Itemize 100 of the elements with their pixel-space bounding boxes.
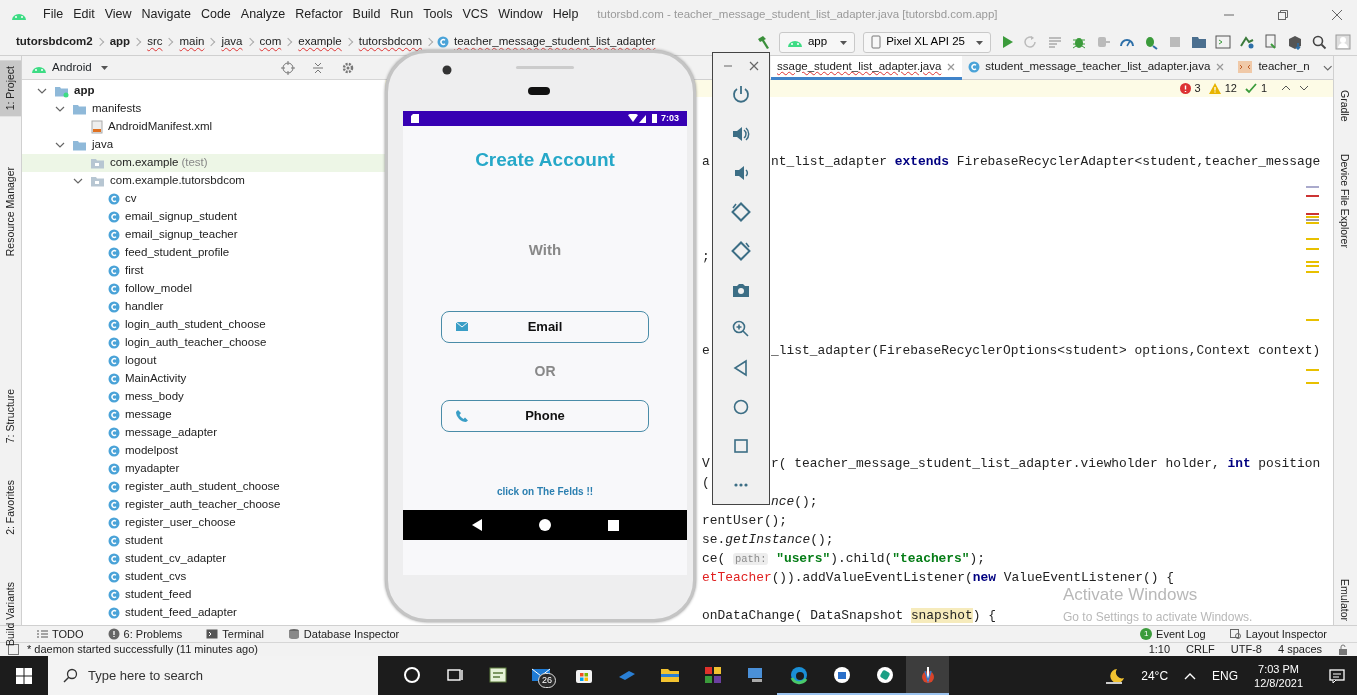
tree-item[interactable]: cv (22, 190, 385, 208)
rotate-right-icon[interactable] (731, 241, 751, 261)
tree-item[interactable]: mess_body (22, 388, 385, 406)
breadcrumb-link[interactable]: com (257, 33, 284, 51)
status-item[interactable]: 4 spaces (1277, 641, 1322, 658)
home-icon[interactable] (538, 519, 551, 531)
weak-warning-count[interactable]: 1 (1244, 80, 1267, 97)
warning-count[interactable]: 12 (1208, 80, 1237, 97)
tool-window-tab[interactable]: 2: Favorites (0, 473, 21, 541)
tool-window-tab[interactable]: 1: Project (0, 60, 21, 117)
sync-icon[interactable] (1239, 34, 1255, 50)
close-icon[interactable] (749, 61, 759, 71)
close-icon[interactable] (1331, 8, 1343, 21)
close-icon[interactable] (946, 61, 957, 72)
device-icon[interactable] (1263, 34, 1279, 50)
tool-window-tab[interactable]: Gradle (1334, 84, 1355, 128)
status-item[interactable]: UTF-8 (1230, 641, 1262, 658)
status-item[interactable]: CRLF (1186, 641, 1215, 658)
menu-item[interactable]: VCS (457, 5, 494, 24)
tree-item[interactable]: register_auth_teacher_choose (22, 496, 385, 514)
breadcrumb-link[interactable]: src (145, 33, 165, 51)
menu-item[interactable]: File (38, 5, 69, 24)
package-icon[interactable] (1287, 34, 1303, 50)
tree-item[interactable]: modelpost (22, 442, 385, 460)
tree-item[interactable]: java (22, 136, 385, 154)
search-field[interactable]: Type here to search (48, 656, 378, 695)
tool-window-tab[interactable]: TODO (36, 625, 84, 643)
run-config-dropdown[interactable]: app (778, 31, 856, 53)
tool-window-tab[interactable]: Build Variants (0, 575, 21, 652)
clock-text[interactable]: 7:03 PM 12/8/2021 (1254, 661, 1303, 690)
breadcrumb-link[interactable]: java (219, 33, 245, 51)
editor-tab[interactable]: ssage_student_list_adapter.java (771, 56, 963, 80)
menu-item[interactable]: Window (493, 5, 548, 24)
tree-item[interactable]: login_auth_teacher_choose (22, 334, 385, 352)
hint-link[interactable]: click on The Felds !! (496, 484, 594, 499)
tool-window-tab[interactable]: Layout Inspector (1229, 625, 1327, 643)
volume-up-icon[interactable] (731, 124, 751, 144)
tree-item[interactable]: login_auth_student_choose (22, 316, 385, 334)
taskbar-app[interactable] (906, 656, 949, 695)
tree-item[interactable]: myadapter (22, 460, 385, 478)
breadcrumb-link[interactable]: example (296, 33, 344, 51)
tree-item[interactable]: MainActivity (22, 370, 385, 388)
tree-item[interactable]: AndroidManifest.xml (22, 118, 385, 136)
tree-item[interactable]: message_adapter (22, 424, 385, 442)
tree-item[interactable]: student (22, 532, 385, 550)
tool-window-tab[interactable]: Emulator (1334, 573, 1355, 628)
editor-tab[interactable]: student_message_teacher_list_adapter.java (962, 56, 1232, 80)
editor-tab[interactable]: teacher_n (1231, 56, 1316, 80)
crosshair-icon[interactable] (281, 60, 295, 75)
tree-item[interactable]: message (22, 406, 385, 424)
tree-item[interactable]: app (22, 82, 385, 100)
tree-item[interactable]: student_cvs (22, 568, 385, 586)
tree-item[interactable]: com.example.tutorsbdcom (22, 172, 385, 190)
settings-icon[interactable] (341, 60, 355, 75)
view-dropdown[interactable]: Android (30, 58, 109, 77)
tree-item[interactable]: handler (22, 298, 385, 316)
zoom-icon[interactable] (731, 319, 751, 339)
close-icon[interactable] (1215, 61, 1226, 72)
menu-item[interactable]: Build (347, 5, 386, 24)
tree-item[interactable]: student_feed_adapter (22, 604, 385, 622)
menu-item[interactable]: Run (385, 5, 419, 24)
tree-item[interactable]: first (22, 262, 385, 280)
maximize-icon[interactable] (1277, 8, 1289, 21)
taskbar-app[interactable]: 26 (519, 656, 562, 695)
power-icon[interactable] (731, 85, 751, 105)
error-count[interactable]: 3 (1179, 80, 1201, 97)
device-dropdown[interactable]: Pixel XL API 25 (863, 31, 991, 53)
language-indicator[interactable]: ENG (1212, 666, 1239, 685)
tool-window-tab[interactable]: Device File Explorer (1334, 147, 1355, 254)
tool-window-tab[interactable]: Terminal (206, 625, 264, 643)
tree-item[interactable]: register_user_choose (22, 514, 385, 532)
status-item[interactable]: 1:10 (1148, 641, 1171, 658)
tree-item[interactable]: logout (22, 352, 385, 370)
sign-up-button[interactable]: Email (441, 311, 649, 343)
tree-item[interactable]: email_signup_teacher (22, 226, 385, 244)
lock-icon[interactable] (1338, 644, 1349, 655)
menu-item[interactable]: Tools (418, 5, 458, 24)
menu-item[interactable]: Navigate (136, 5, 196, 24)
panel-icon[interactable] (8, 644, 19, 655)
tree-item[interactable]: register_auth_student_choose (22, 478, 385, 496)
terminal-icon[interactable] (1215, 34, 1231, 50)
menu-item[interactable]: Edit (68, 5, 100, 24)
menu-item[interactable]: Refactor (290, 5, 348, 24)
breadcrumb-link[interactable]: tutorsbdcom2 (14, 33, 95, 51)
tree-item[interactable]: manifests (22, 100, 385, 118)
menu-item[interactable]: Help (547, 5, 584, 24)
tool-window-tab[interactable]: 6: Problems (107, 625, 183, 643)
menu-item[interactable]: Analyze (235, 5, 291, 24)
collapse-icon[interactable] (311, 60, 325, 75)
menu-item[interactable]: Code (195, 5, 236, 24)
tree-item[interactable]: com.example (test) (22, 154, 385, 172)
breadcrumb-link[interactable]: teacher_message_student_list_adapter (452, 33, 658, 51)
tree-item[interactable]: student_cv_adapter (22, 550, 385, 568)
tool-window-tab[interactable]: 7: Structure (0, 382, 21, 449)
weather-moon-icon[interactable] (1105, 667, 1126, 684)
back-icon[interactable] (471, 519, 482, 531)
windows-start-icon[interactable] (16, 667, 32, 684)
rotate-left-icon[interactable] (731, 202, 751, 222)
breadcrumb-link[interactable]: tutorsbdcom (356, 33, 424, 51)
tree-item[interactable]: student_feed (22, 586, 385, 604)
